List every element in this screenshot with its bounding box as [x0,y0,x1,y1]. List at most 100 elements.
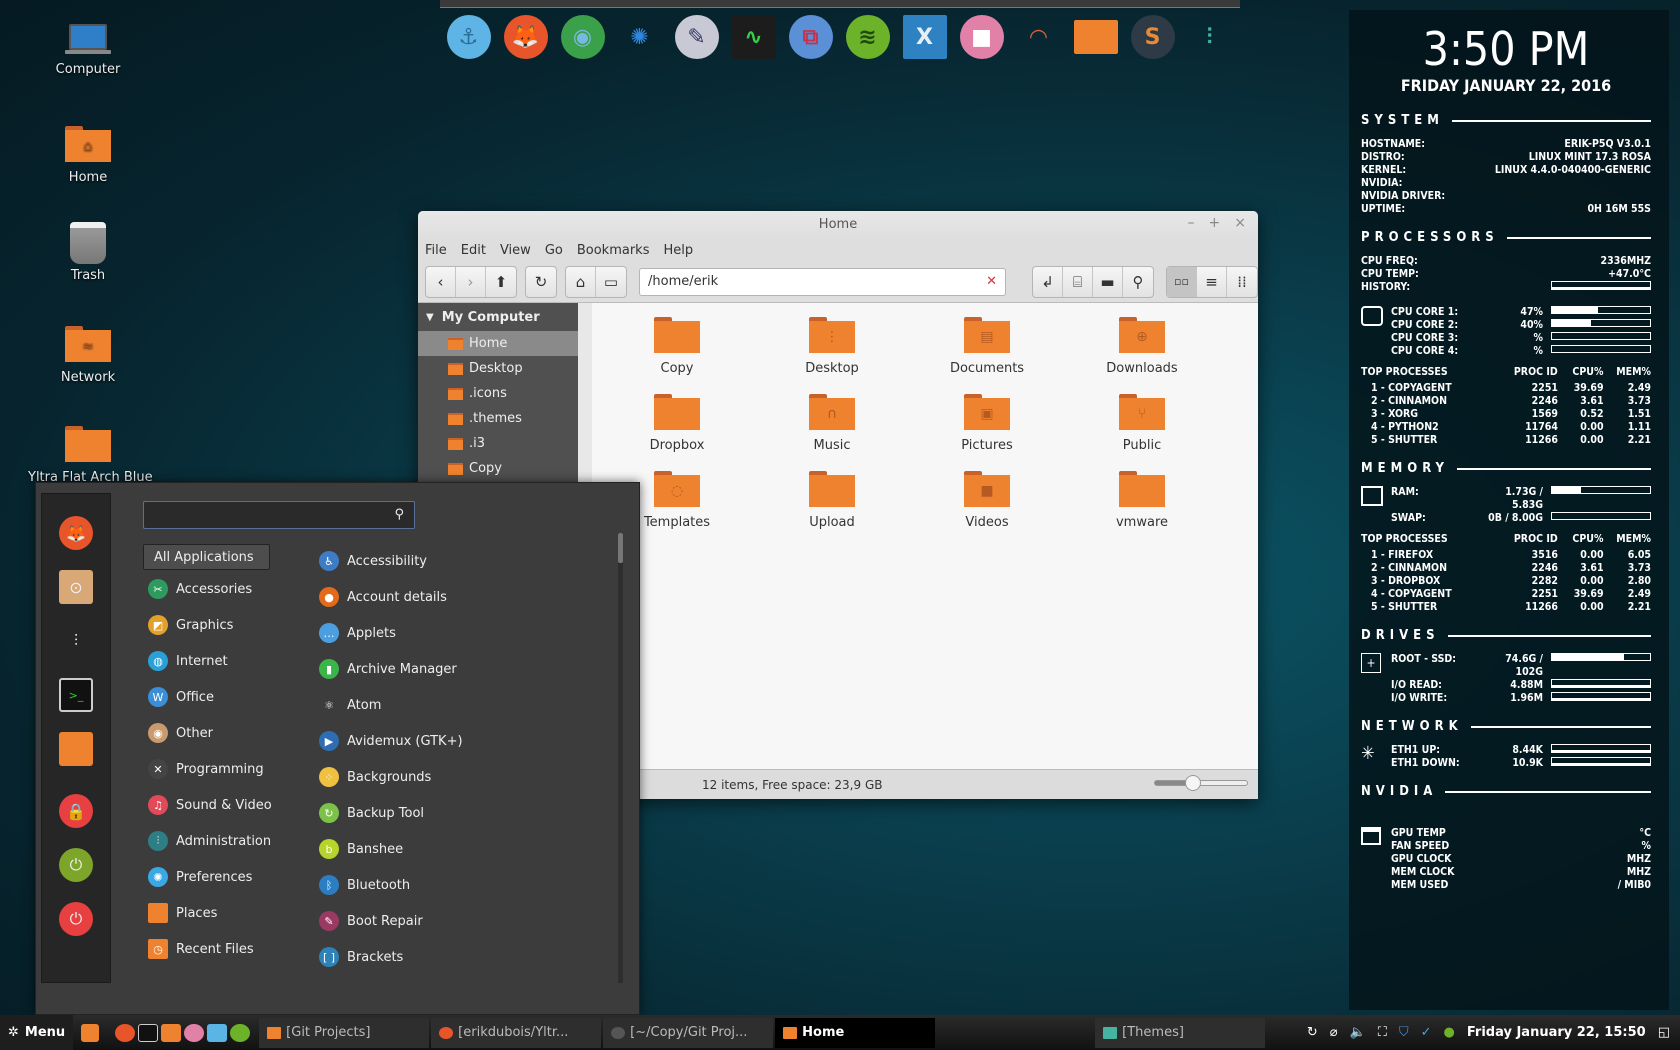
new-folder-button[interactable]: ▬ [1093,266,1123,297]
taskbar-window[interactable]: [Git Projects] [259,1017,430,1048]
zoom-slider[interactable] [1154,775,1248,791]
menu-file[interactable]: File [425,243,447,258]
file-item[interactable]: ⋮ Desktop [772,317,892,376]
launcher-files[interactable] [81,1023,100,1042]
dock-settings-sliders[interactable]: ⫶ [1181,12,1238,62]
compact-view-button[interactable]: ⁞⁞ [1227,267,1257,297]
app-item[interactable]: [ ] Brackets [319,945,403,969]
location-bar[interactable]: /home/erik ✕ [639,267,1006,296]
menu-edit[interactable]: Edit [461,243,486,258]
taskbar-window[interactable]: Home [775,1017,936,1048]
app-item[interactable]: ⁘ Backgrounds [319,765,431,789]
launcher-firefox[interactable] [115,1023,136,1042]
category-item[interactable]: ◉ Other [148,721,213,745]
favorite-files[interactable] [59,732,93,766]
app-item[interactable]: ⚛ Atom [319,693,381,717]
launcher-shutter[interactable] [207,1023,228,1042]
file-item[interactable]: ⊕ Downloads [1082,317,1202,376]
dock-x-window[interactable]: X [896,12,953,62]
app-item[interactable]: ▶ Avidemux (GTK+) [319,729,463,753]
desktop-icon-theme-folder[interactable]: Yltra Flat Arch Blue [28,426,153,485]
taskbar-window[interactable]: [erikdubois/Yltr... [431,1017,602,1048]
menu-bookmarks[interactable]: Bookmarks [577,243,650,258]
menu-search-input[interactable]: ⚲ [143,501,415,529]
app-item[interactable]: ♿ Accessibility [319,549,427,573]
desktop-icon-home[interactable]: ⌂ Home [40,126,136,185]
home-button[interactable]: ⌂ [566,266,596,297]
favorite-settings[interactable]: ⫶ [59,624,93,658]
favorite-logout[interactable]: ⏻ [59,848,93,882]
sidebar-item[interactable]: .i3 [418,431,578,456]
dock-video-recorder[interactable]: ■ [953,12,1010,62]
dock-inkscape[interactable]: ✎ [668,12,725,62]
shield-icon[interactable]: ⛉ [1399,1025,1409,1040]
file-item[interactable]: Copy [617,317,737,376]
desktop-icon-computer[interactable]: Computer [40,24,136,77]
app-item[interactable]: … Applets [319,621,396,645]
file-item[interactable]: Upload [772,471,892,530]
category-item[interactable]: Places [148,901,217,925]
launcher-folder[interactable] [161,1023,182,1042]
icon-view-button[interactable]: ▫▫ [1167,266,1197,297]
favorite-firefox[interactable]: 🦊 [59,516,93,550]
desktop-icon-network[interactable]: ≈ Network [40,326,136,385]
sidebar-item[interactable]: Copy [418,456,578,481]
category-item[interactable]: ♫ Sound & Video [148,793,272,817]
favorite-lock-screen[interactable]: 🔒 [59,794,93,828]
dock-remote-desktop[interactable]: ⧉ [782,12,839,62]
menu-button[interactable]: ✲ Menu [0,1015,74,1050]
list-view-button[interactable]: ≡ [1197,266,1227,297]
dock-spotify[interactable]: ≋ [839,12,896,62]
app-item[interactable]: ✎ Boot Repair [319,909,423,933]
file-item[interactable]: ▤ Documents [927,317,1047,376]
dock-chrome[interactable]: ◉ [554,12,611,62]
app-item[interactable]: ᛒ Bluetooth [319,873,410,897]
up-button[interactable]: ⬆ [486,267,516,297]
file-item[interactable]: ∩ Music [772,394,892,453]
dock-firefox[interactable]: 🦊 [497,12,554,62]
taskbar-window[interactable]: [Themes] [1095,1017,1266,1048]
sidebar-item[interactable]: Desktop [418,356,578,381]
forward-button[interactable]: › [456,266,486,297]
menu-go[interactable]: Go [545,243,563,258]
update-icon[interactable]: ↻ [1307,1025,1318,1040]
computer-button[interactable]: ▭ [596,267,626,297]
close-button[interactable]: × [1234,215,1246,231]
app-item[interactable]: ↻ Backup Tool [319,801,424,825]
file-item[interactable]: ▣ Pictures [927,394,1047,453]
dock-folder[interactable] [1067,12,1124,62]
file-item[interactable]: Dropbox [617,394,737,453]
minimize-button[interactable]: – [1188,215,1195,231]
app-item[interactable]: ● Account details [319,585,447,609]
dock-disk-usage[interactable]: ◠ [1010,12,1067,62]
reload-button[interactable]: ↻ [526,267,556,297]
volume-muted-icon[interactable]: 🔈 [1350,1025,1366,1040]
category-item[interactable]: ✕ Programming [148,757,264,781]
hexchat-icon[interactable]: ● [1444,1025,1455,1040]
sidebar-item[interactable]: Home [418,331,578,356]
screenshot-icon[interactable]: ⛶ [1378,1025,1387,1040]
dock-aperture[interactable]: ✺ [611,12,668,62]
dock-anchor[interactable]: ⚓ [440,12,497,62]
sidebar-item[interactable]: .themes [418,406,578,431]
dock-system-monitor[interactable]: ∿ [725,12,782,62]
launcher-terminal[interactable] [138,1023,159,1042]
file-item[interactable]: ⑂ Public [1082,394,1202,453]
category-all-applications[interactable]: All Applications [143,544,270,570]
category-item[interactable]: ◷ Recent Files [148,937,254,961]
launcher-spotify[interactable] [230,1023,251,1042]
menu-view[interactable]: View [500,243,531,258]
menu-help[interactable]: Help [663,243,693,258]
menu-scrollbar[interactable] [618,533,623,983]
file-item[interactable]: ■ Videos [927,471,1047,530]
maximize-button[interactable]: + [1209,215,1221,231]
taskbar-window[interactable]: [~/Copy/Git Proj... [603,1017,774,1048]
toggle-location-button[interactable]: ↲ [1033,266,1063,297]
file-item[interactable]: vmware [1082,471,1202,530]
category-item[interactable]: W Office [148,685,214,709]
dock-sublime[interactable]: S [1124,12,1181,62]
back-button[interactable]: ‹ [426,266,456,297]
category-item[interactable]: ◩ Graphics [148,613,233,637]
favorite-software-manager[interactable]: ⊙ [59,570,93,604]
sidebar-item[interactable]: .icons [418,381,578,406]
